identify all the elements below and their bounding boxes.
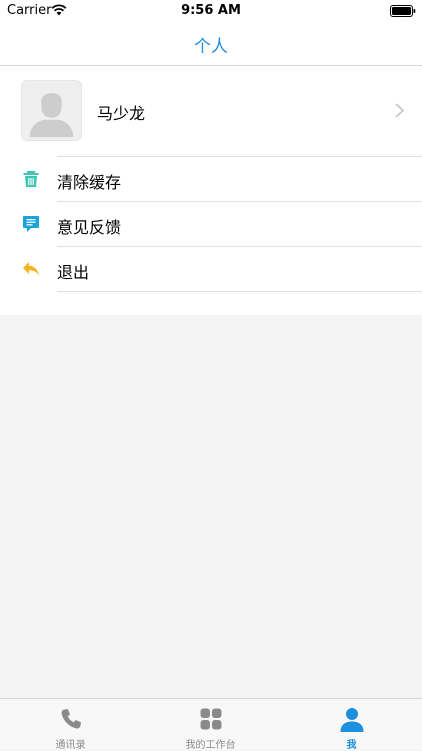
- menu-item-label: 意见反馈: [57, 218, 122, 237]
- tab-me[interactable]: 我: [281, 699, 422, 751]
- page-title: 个人: [194, 37, 228, 57]
- tab-label: 通讯录: [55, 740, 86, 751]
- status-time: 9:56 AM: [181, 3, 241, 18]
- phone-icon: [61, 709, 81, 729]
- battery-icon: [390, 5, 416, 17]
- reply-icon: [23, 262, 39, 276]
- status-bar: Carrier 9:56 AM: [0, 0, 422, 22]
- tab-label: 我的工作台: [185, 740, 236, 751]
- tab-label: 我: [346, 740, 357, 751]
- menu-item-label: 退出: [57, 263, 90, 282]
- profile-name: 马少龙: [97, 104, 146, 123]
- menu-item-clear-cache[interactable]: 清除缓存: [0, 157, 422, 202]
- menu-item-logout[interactable]: 退出: [0, 247, 422, 292]
- chevron-right-icon: [395, 103, 404, 118]
- menu-item-feedback[interactable]: 意见反馈: [0, 202, 422, 247]
- feedback-icon: [23, 216, 39, 232]
- tab-bar: 通讯录 我的工作台 我: [0, 698, 422, 751]
- divider: [57, 291, 422, 292]
- person-icon: [340, 708, 363, 732]
- menu-item-label: 清除缓存: [57, 173, 122, 192]
- navigation-bar: 个人: [0, 22, 422, 66]
- tab-workbench[interactable]: 我的工作台: [140, 699, 281, 751]
- tab-contacts[interactable]: 通讯录: [0, 699, 141, 751]
- avatar: [21, 80, 82, 141]
- grid-icon: [200, 708, 221, 730]
- default-avatar-icon: [29, 93, 74, 138]
- trash-icon: [23, 171, 39, 187]
- profile-row[interactable]: 马少龙: [0, 66, 422, 156]
- settings-list: 马少龙 清除缓存 意见反馈 退出: [0, 66, 422, 315]
